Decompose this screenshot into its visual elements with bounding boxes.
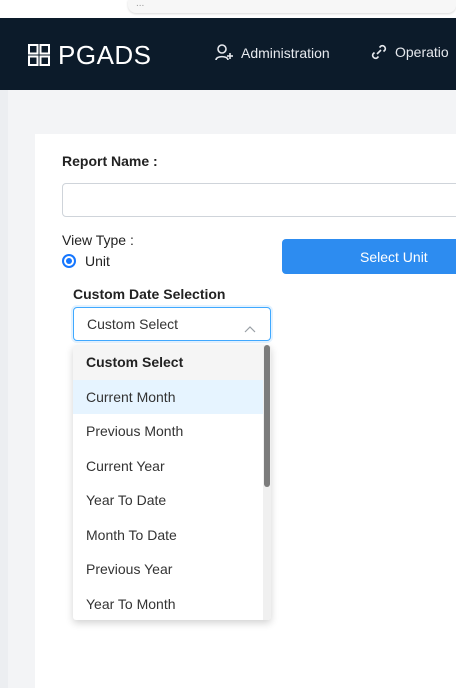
report-name-label: Report Name : bbox=[62, 153, 158, 169]
user-plus-icon bbox=[214, 43, 241, 63]
radio-selected-icon[interactable] bbox=[62, 254, 76, 268]
dropdown-scrollbar[interactable] bbox=[263, 345, 271, 620]
left-gutter bbox=[0, 90, 8, 688]
chevron-up-icon bbox=[244, 320, 256, 338]
nav-operations[interactable]: Operatio bbox=[370, 43, 449, 61]
nav-administration[interactable]: Administration bbox=[214, 43, 330, 63]
custom-date-select-value: Custom Select bbox=[87, 316, 179, 332]
view-type-unit-label: Unit bbox=[85, 253, 110, 269]
view-type-label: View Type : bbox=[62, 232, 134, 248]
nav-operations-label: Operatio bbox=[395, 44, 449, 60]
dropdown-scroll-thumb[interactable] bbox=[264, 345, 270, 487]
dropdown-option-year-to-month[interactable]: Year To Month bbox=[73, 587, 271, 621]
select-unit-button[interactable]: Select Unit bbox=[282, 239, 456, 274]
dropdown-option-year-to-date[interactable]: Year To Date bbox=[73, 483, 271, 518]
dropdown-option-previous-year[interactable]: Previous Year bbox=[73, 552, 271, 587]
dropdown-option-month-to-date[interactable]: Month To Date bbox=[73, 518, 271, 553]
custom-date-selection-label: Custom Date Selection bbox=[73, 286, 226, 302]
brand[interactable]: PGADS bbox=[28, 40, 152, 70]
grid-icon bbox=[28, 44, 50, 66]
view-type-unit-radio[interactable]: Unit bbox=[62, 253, 110, 269]
dropdown-option-current-year[interactable]: Current Year bbox=[73, 449, 271, 484]
nav-administration-label: Administration bbox=[241, 45, 330, 61]
truncated-header-text: ... bbox=[128, 0, 456, 13]
report-name-input[interactable] bbox=[62, 183, 456, 217]
link-icon bbox=[370, 43, 395, 61]
dropdown-option-current-month[interactable]: Current Month bbox=[73, 379, 271, 414]
custom-date-dropdown: Custom Select Current Month Previous Mon… bbox=[73, 345, 271, 620]
custom-date-select[interactable]: Custom Select bbox=[73, 307, 271, 341]
dropdown-option-custom-select[interactable]: Custom Select bbox=[73, 345, 271, 380]
top-navbar: PGADS Administration Operatio bbox=[0, 18, 456, 90]
brand-name: PGADS bbox=[58, 40, 152, 70]
browser-top-strip: ... bbox=[0, 0, 456, 18]
dropdown-option-previous-month[interactable]: Previous Month bbox=[73, 414, 271, 449]
